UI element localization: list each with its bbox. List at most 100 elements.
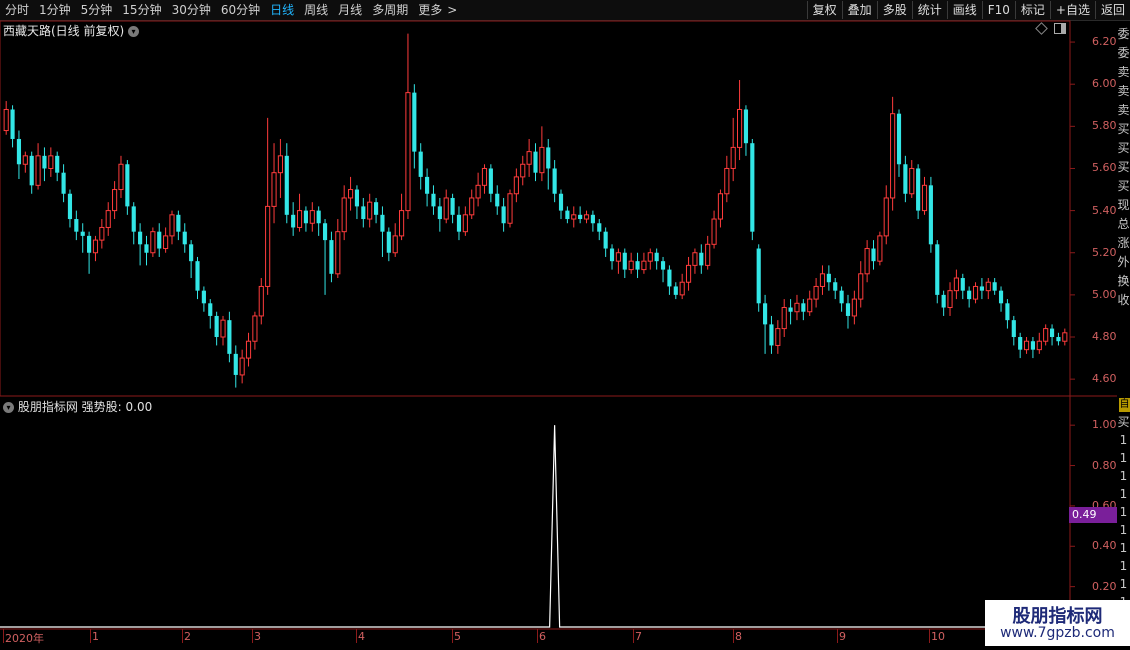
candle bbox=[972, 282, 979, 304]
candle bbox=[341, 185, 347, 241]
date-tick-label: 2020年 bbox=[5, 632, 44, 645]
candle bbox=[322, 219, 328, 295]
candle bbox=[685, 256, 692, 291]
candle bbox=[724, 155, 730, 203]
candle bbox=[138, 223, 143, 266]
candle bbox=[144, 235, 149, 266]
candle bbox=[80, 223, 85, 253]
date-tick-label: 8 bbox=[735, 630, 742, 643]
candle bbox=[839, 286, 844, 312]
candle bbox=[590, 210, 595, 232]
cursor-value-tag: 0.49 bbox=[1069, 507, 1124, 523]
date-tick bbox=[733, 629, 734, 643]
kline-chart[interactable] bbox=[0, 0, 1117, 650]
candle bbox=[520, 155, 526, 186]
candle bbox=[367, 193, 373, 228]
candle bbox=[628, 252, 634, 274]
candle bbox=[1011, 315, 1016, 346]
price-tick-label: 6.20 bbox=[1092, 35, 1117, 49]
candle bbox=[48, 147, 54, 177]
candle bbox=[1062, 328, 1068, 346]
date-tick-label: 6 bbox=[539, 630, 546, 643]
candle bbox=[488, 164, 493, 203]
candle bbox=[55, 151, 60, 182]
candle bbox=[405, 33, 411, 220]
candle bbox=[208, 299, 213, 329]
candle bbox=[526, 138, 532, 177]
candle bbox=[296, 193, 303, 232]
date-tick bbox=[252, 629, 253, 643]
candle bbox=[807, 290, 813, 316]
date-tick-label: 2 bbox=[184, 630, 191, 643]
candle bbox=[1056, 332, 1061, 346]
candle bbox=[615, 248, 621, 274]
candle bbox=[813, 278, 819, 308]
candle bbox=[182, 223, 187, 253]
candle bbox=[157, 223, 162, 257]
quote-label: 外 bbox=[1117, 255, 1130, 269]
candle bbox=[29, 151, 34, 194]
candle bbox=[309, 202, 315, 232]
candle bbox=[380, 206, 385, 257]
indicator-line bbox=[0, 425, 1070, 628]
indicator-name: 股朋指标网 bbox=[17, 400, 78, 414]
candle bbox=[979, 278, 984, 300]
candle bbox=[220, 315, 226, 346]
candle bbox=[258, 278, 264, 325]
self-select-badge[interactable]: 自 bbox=[1119, 398, 1130, 412]
candle bbox=[788, 299, 793, 325]
candle bbox=[501, 197, 506, 232]
candle bbox=[711, 210, 717, 249]
candle bbox=[316, 206, 321, 236]
indicator-tick-label: 1.00 bbox=[1092, 418, 1117, 432]
candle bbox=[730, 117, 736, 182]
candle bbox=[763, 294, 768, 354]
candle bbox=[992, 278, 997, 295]
quote-label: 买 bbox=[1117, 179, 1130, 193]
candle bbox=[195, 256, 200, 300]
candle bbox=[928, 176, 933, 253]
candle bbox=[947, 282, 953, 316]
candle bbox=[769, 315, 774, 354]
candle bbox=[495, 185, 500, 215]
candle bbox=[1043, 324, 1049, 346]
quote-label: 1 bbox=[1119, 505, 1128, 519]
candle bbox=[1030, 337, 1035, 359]
quote-label: 1 bbox=[1119, 541, 1128, 555]
candle bbox=[935, 240, 940, 304]
candle bbox=[909, 160, 915, 198]
candle bbox=[692, 248, 698, 274]
candle bbox=[558, 189, 564, 220]
candle bbox=[851, 290, 857, 325]
candle bbox=[1036, 332, 1042, 354]
candle bbox=[679, 273, 685, 300]
price-tick-label: 6.00 bbox=[1092, 77, 1117, 91]
candle bbox=[150, 227, 156, 257]
price-tick-label: 4.80 bbox=[1092, 330, 1117, 343]
candle bbox=[775, 320, 781, 354]
candle bbox=[998, 286, 1004, 312]
candle bbox=[1023, 337, 1030, 354]
candle bbox=[578, 206, 583, 224]
indicator-tick-label: 0.40 bbox=[1092, 539, 1117, 553]
candle bbox=[921, 176, 928, 215]
candle bbox=[622, 248, 627, 279]
candle bbox=[392, 223, 398, 257]
candle bbox=[583, 210, 590, 224]
candle bbox=[967, 286, 972, 308]
price-tick-label: 5.00 bbox=[1092, 287, 1117, 301]
chevron-down-icon[interactable]: ▾ bbox=[3, 402, 14, 413]
candle bbox=[437, 197, 442, 232]
date-tick-label: 1 bbox=[92, 630, 99, 643]
quote-label: 卖 bbox=[1117, 65, 1130, 79]
candle bbox=[456, 206, 462, 241]
date-tick bbox=[537, 629, 538, 643]
date-tick bbox=[452, 629, 453, 643]
candle bbox=[705, 235, 711, 270]
candle bbox=[92, 235, 99, 262]
candle bbox=[565, 206, 570, 224]
candle bbox=[3, 101, 9, 135]
candle bbox=[214, 311, 219, 346]
candle bbox=[201, 286, 206, 312]
candle bbox=[227, 311, 232, 363]
